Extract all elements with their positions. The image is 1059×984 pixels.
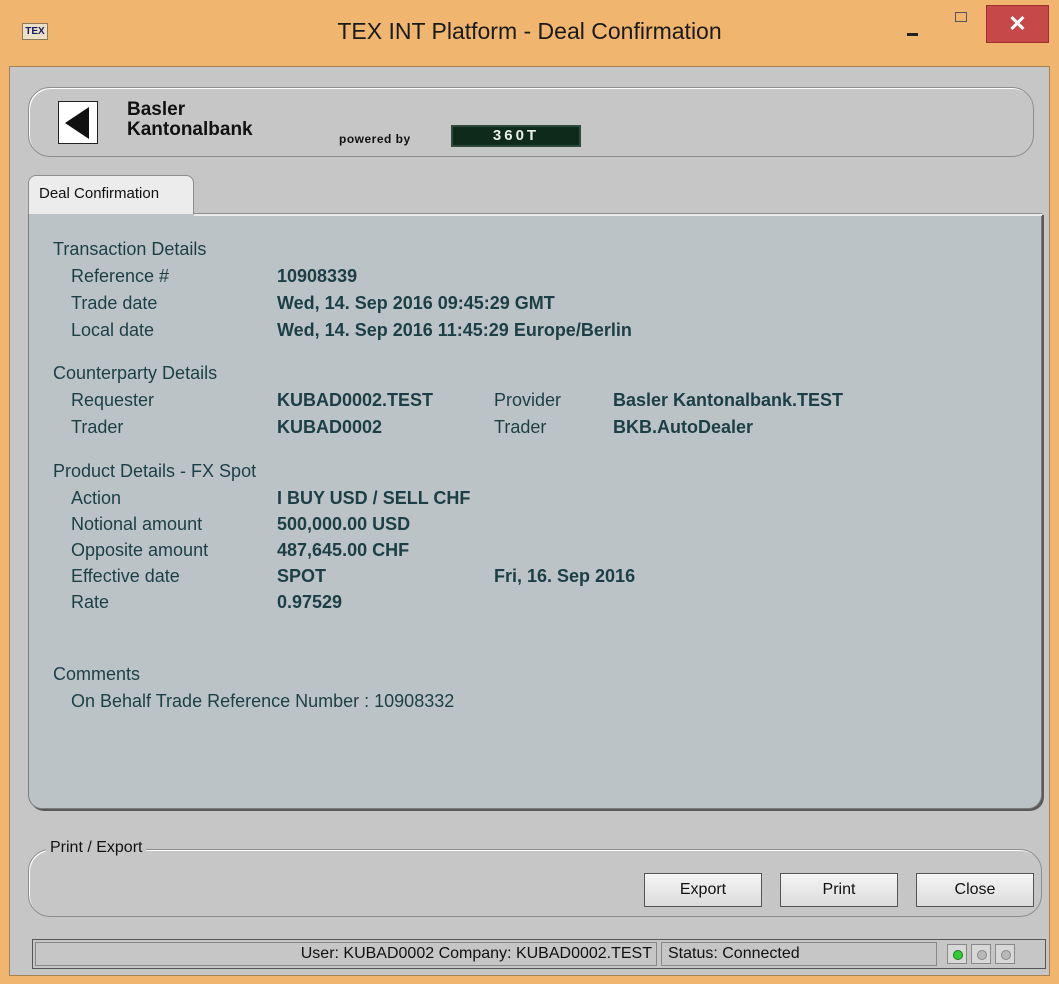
rate-value: 0.97529 (277, 592, 343, 612)
local-date-value: Wed, 14. Sep 2016 11:45:29 Europe/Berlin (277, 320, 632, 340)
opposite-amount-label: Opposite amount (71, 540, 209, 560)
effective-date-actual: Fri, 16. Sep 2016 (494, 566, 636, 586)
powered-by-label: powered by (339, 132, 411, 146)
action-label: Action (71, 488, 122, 508)
status-led-green-icon (947, 944, 967, 964)
rate-label: Rate (71, 592, 110, 612)
app-window: TEX TEX INT Platform - Deal Confirmation… (0, 0, 1059, 984)
bank-name-line2: Kantonalbank (127, 119, 253, 140)
notional-label: Notional amount (71, 514, 203, 534)
comments-title: Comments (53, 664, 141, 684)
trade-date-value: Wed, 14. Sep 2016 09:45:29 GMT (277, 293, 555, 313)
print-button[interactable]: Print (780, 873, 898, 907)
counterparty-details-title: Counterparty Details (53, 363, 218, 383)
export-button[interactable]: Export (644, 873, 762, 907)
deal-confirmation-panel: Transaction Details Reference # 10908339… (28, 213, 1042, 809)
status-led-grey-icon-2 (995, 944, 1015, 964)
transaction-details-title: Transaction Details (53, 239, 207, 259)
comments-text: On Behalf Trade Reference Number : 10908… (71, 691, 455, 711)
tab-strip-line (194, 213, 1042, 216)
bank-name-line1: Basler (127, 99, 186, 120)
status-bar: User: KUBAD0002 Company: KUBAD0002.TEST … (32, 939, 1046, 969)
title-bar[interactable]: TEX TEX INT Platform - Deal Confirmation… (0, 0, 1059, 66)
trader-value: KUBAD0002 (277, 417, 383, 437)
bank-name: Basler Kantonalbank (127, 100, 253, 140)
minimize-button[interactable] (896, 8, 936, 48)
status-led-grey-icon (971, 944, 991, 964)
requester-label: Requester (71, 390, 155, 410)
requester-value: KUBAD0002.TEST (277, 390, 434, 410)
product-details-title: Product Details - FX Spot (53, 461, 257, 481)
action-value: I BUY USD / SELL CHF (277, 488, 471, 508)
provider-trader-label: Trader (494, 417, 547, 437)
effective-date-label: Effective date (71, 566, 180, 586)
provider-logo: 360T (451, 125, 581, 147)
brand-header: Basler Kantonalbank powered by 360T (28, 87, 1034, 157)
user-company-info: User: KUBAD0002 Company: KUBAD0002.TEST (35, 942, 657, 966)
effective-date-value: SPOT (277, 566, 327, 586)
maximize-button[interactable] (942, 8, 982, 48)
provider-value: Basler Kantonalbank.TEST (613, 390, 844, 410)
tab-label: Deal Confirmation (39, 185, 160, 202)
close-window-button[interactable]: ✕ (986, 5, 1049, 43)
provider-label: Provider (494, 390, 562, 410)
provider-trader-value: BKB.AutoDealer (613, 417, 754, 437)
trader-label: Trader (71, 417, 124, 437)
notional-value: 500,000.00 USD (277, 514, 411, 534)
bank-logo-icon (58, 101, 98, 144)
reference-value: 10908339 (277, 266, 358, 286)
connection-status: Status: Connected (661, 942, 937, 966)
tab-deal-confirmation[interactable]: Deal Confirmation (28, 175, 194, 214)
local-date-label: Local date (71, 320, 155, 340)
client-area: Basler Kantonalbank powered by 360T Deal… (9, 66, 1050, 976)
close-button[interactable]: Close (916, 873, 1034, 907)
trade-date-label: Trade date (71, 293, 158, 313)
reference-label: Reference # (71, 266, 170, 286)
print-export-legend: Print / Export (46, 839, 147, 857)
opposite-amount-value: 487,645.00 CHF (277, 540, 410, 560)
